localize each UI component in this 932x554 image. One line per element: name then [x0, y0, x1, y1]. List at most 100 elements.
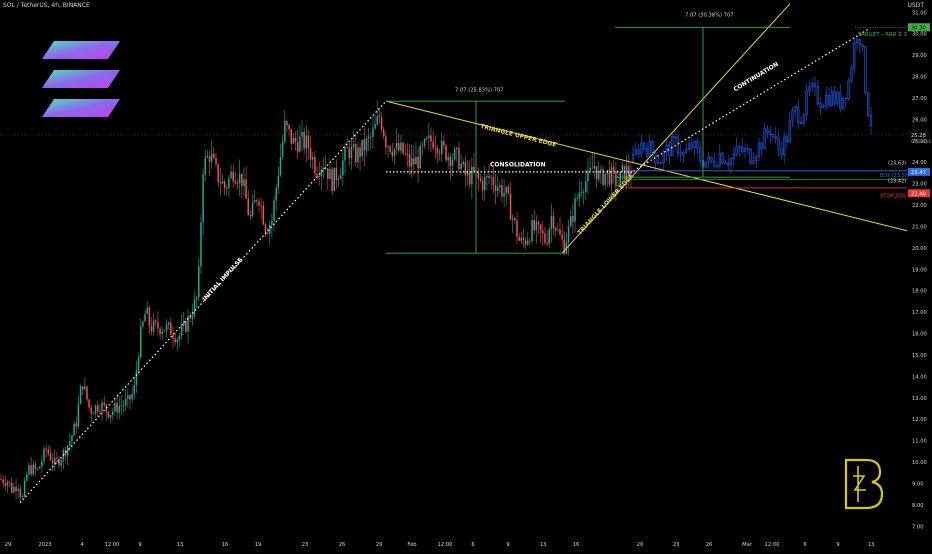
projected-candle-body [855, 39, 859, 44]
candle-body [404, 153, 406, 155]
projected-candle-body [637, 149, 640, 154]
projected-candle-body [645, 147, 649, 158]
projected-candle-body [715, 165, 719, 168]
projected-candle-body [760, 142, 763, 150]
candle-body [97, 405, 99, 412]
candle-body [137, 357, 140, 371]
candle-body [449, 156, 452, 167]
candle-body [578, 192, 581, 199]
candle-body [438, 153, 441, 155]
label-target: TARGET - RRR 9.3 [857, 32, 908, 38]
projected-candle-body [685, 149, 688, 153]
candle-body [372, 128, 374, 137]
candle-body [264, 224, 267, 233]
candle-body [71, 435, 73, 442]
candle-body [217, 164, 219, 183]
candle-body [118, 405, 120, 413]
candle-body [501, 185, 503, 197]
candle-body [550, 216, 553, 230]
candle-body [21, 495, 24, 498]
projected-candle-body [808, 86, 811, 92]
x-axis-tick-label: 9 [138, 542, 141, 548]
candle-body [464, 161, 467, 176]
candle-body [86, 386, 88, 400]
candle-body [206, 156, 209, 158]
x-axis-tick-label: 23 [673, 542, 680, 548]
candle-body [544, 233, 546, 243]
b-logo-outline [844, 458, 884, 510]
y-axis-tick-label: 17.00 [912, 310, 927, 316]
candle-body [84, 386, 86, 390]
price-chart-svg[interactable]: INITIAL IMPULSETRIANGLE UPPER EDGETRIANG… [0, 0, 932, 550]
candle-body [249, 214, 252, 217]
candle-body [127, 395, 129, 399]
candle-body [514, 218, 516, 221]
projected-candle-body [797, 106, 800, 123]
projected-candle-body [710, 156, 713, 162]
candle-body [243, 179, 245, 186]
projected-candle-body [819, 103, 822, 108]
x-axis-tick-label: 13 [540, 542, 547, 548]
projected-candle-body [853, 42, 856, 69]
candle-body [359, 147, 361, 157]
candle-body [28, 465, 30, 475]
candle-body [527, 240, 529, 245]
triangle-upper-edge-line [385, 100, 908, 232]
candle-body [335, 167, 338, 180]
projected-candle-body [643, 142, 646, 149]
projected-candle-body [783, 136, 786, 156]
badge-entry: 23.47 [911, 170, 926, 176]
y-axis-tick-label: 16.00 [912, 332, 927, 338]
projected-candle-body [850, 67, 853, 82]
candle-body [30, 465, 32, 475]
candle-body [456, 147, 458, 150]
label-consolidation: CONSOLIDATION [490, 161, 546, 168]
candle-body [6, 482, 9, 486]
label-measure-2: 7.07 (30.38%) 707 [685, 13, 734, 19]
projected-candle-body [713, 160, 716, 167]
candle-body [38, 466, 41, 469]
candle-body [245, 179, 247, 199]
candle-body [391, 152, 394, 157]
candle-body [200, 222, 202, 267]
x-axis-tick-label: 13 [868, 542, 875, 548]
projected-candle-body [741, 146, 744, 152]
candle-body [60, 460, 62, 466]
candle-body [453, 149, 456, 160]
candle-body [15, 487, 17, 491]
projected-candle-body [757, 142, 761, 157]
candle-body [251, 202, 254, 217]
projection-layer [631, 36, 873, 174]
candle-body [322, 167, 325, 170]
candle-body [499, 185, 501, 188]
label-measure-1: 7.07 (25.83%) 707 [455, 88, 504, 94]
projected-candle-body [844, 97, 847, 100]
y-axis-tick-label: 11.00 [912, 439, 927, 445]
candle-body [460, 163, 462, 170]
candle-body [204, 157, 206, 175]
projected-candle-body [679, 152, 682, 156]
candle-body [441, 140, 443, 155]
candle-body [490, 177, 492, 178]
projected-candle-body [721, 153, 724, 164]
candle-body [191, 315, 194, 319]
candle-body [122, 405, 125, 406]
candle-body [258, 201, 260, 206]
projected-candle-body [858, 39, 861, 46]
projected-candle-body [836, 92, 839, 104]
candle-body [288, 125, 290, 130]
x-axis-tick-label: 16 [222, 542, 229, 548]
chart-area[interactable]: SOL / TetherUS, 4h, BINANCE USDT INITIAL… [0, 0, 932, 550]
candle-body [202, 174, 204, 223]
candle-body [81, 386, 84, 390]
candle-body [477, 172, 480, 179]
candle-body [339, 175, 342, 179]
candle-body [142, 321, 144, 327]
candle-body [479, 178, 482, 181]
candle-body [542, 230, 544, 234]
candle-body [385, 136, 387, 148]
candle-body [241, 173, 243, 186]
candle-body [382, 129, 385, 137]
projected-candle-body [735, 146, 738, 155]
projected-candle-body [651, 141, 654, 154]
